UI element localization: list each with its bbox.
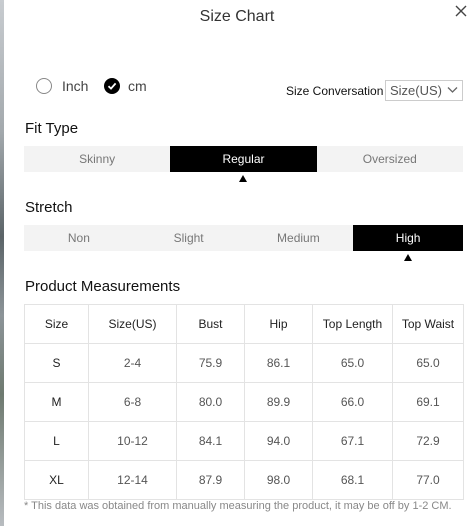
table-cell: 66.0 <box>312 382 393 422</box>
table-row: L 10-12 84.1 94.0 67.1 72.9 <box>24 421 464 461</box>
radio-inch[interactable] <box>36 78 52 94</box>
table-row: XL 12-14 87.9 98.0 68.1 77.0 <box>24 460 464 500</box>
table-cell: M <box>24 382 89 422</box>
stretch-option-slight[interactable]: Slight <box>134 225 244 251</box>
unit-label-cm[interactable]: cm <box>128 78 147 94</box>
table-cell: 75.9 <box>176 343 245 383</box>
table-cell: 65.0 <box>312 343 393 383</box>
column-header: Top Length <box>312 304 393 344</box>
stretch-title: Stretch <box>25 199 73 216</box>
column-header: Size(US) <box>88 304 177 344</box>
table-cell: 98.0 <box>244 460 313 500</box>
table-cell: 84.1 <box>176 421 245 461</box>
table-row: M 6-8 80.0 89.9 66.0 69.1 <box>24 382 464 422</box>
column-header: Hip <box>244 304 313 344</box>
fit-option-regular[interactable]: Regular <box>170 146 317 182</box>
fit-type-selector: Skinny Regular Oversized <box>24 146 463 182</box>
table-cell: 94.0 <box>244 421 313 461</box>
dialog-title: Size Chart <box>199 8 275 25</box>
table-cell: 80.0 <box>176 382 245 422</box>
stretch-selector: Non Slight Medium High <box>24 225 463 261</box>
table-cell: 89.9 <box>244 382 313 422</box>
table-cell: XL <box>24 460 89 500</box>
radio-cm[interactable] <box>104 78 120 94</box>
stretch-option-non[interactable]: Non <box>24 225 134 251</box>
measurements-table: Size Size(US) Bust Hip Top Length Top Wa… <box>24 304 464 500</box>
table-cell: L <box>24 421 89 461</box>
unit-label-inch[interactable]: Inch <box>62 78 88 94</box>
chevron-down-icon <box>447 87 458 93</box>
stretch-option-medium[interactable]: Medium <box>244 225 354 251</box>
table-cell: 12-14 <box>88 460 177 500</box>
stretch-option-high[interactable]: High <box>353 225 463 261</box>
fit-option-oversized[interactable]: Oversized <box>317 146 463 172</box>
table-cell: 68.1 <box>312 460 393 500</box>
measurement-footnote: * This data was obtained from manually m… <box>24 500 452 512</box>
column-header: Bust <box>176 304 245 344</box>
table-cell: 69.1 <box>392 382 464 422</box>
column-header: Top Waist <box>392 304 464 344</box>
table-cell: 72.9 <box>392 421 464 461</box>
table-cell: 67.1 <box>312 421 393 461</box>
table-cell: S <box>24 343 89 383</box>
table-cell: 10-12 <box>88 421 177 461</box>
fit-option-skinny[interactable]: Skinny <box>24 146 170 172</box>
check-icon <box>107 82 117 90</box>
table-cell: 65.0 <box>392 343 464 383</box>
table-cell: 6-8 <box>88 382 177 422</box>
background-page-edge <box>0 0 4 526</box>
size-conversion-select[interactable]: Size(US) <box>385 80 463 101</box>
size-conversion-value: Size(US) <box>390 83 443 98</box>
close-icon[interactable] <box>454 4 468 18</box>
column-header: Size <box>24 304 89 344</box>
table-row: S 2-4 75.9 86.1 65.0 65.0 <box>24 343 464 383</box>
table-header-row: Size Size(US) Bust Hip Top Length Top Wa… <box>24 304 464 344</box>
table-cell: 86.1 <box>244 343 313 383</box>
fit-type-title: Fit Type <box>25 120 79 137</box>
table-cell: 87.9 <box>176 460 245 500</box>
table-cell: 77.0 <box>392 460 464 500</box>
table-cell: 2-4 <box>88 343 177 383</box>
measurements-title: Product Measurements <box>25 278 181 295</box>
size-conversion-label: Size Conversation <box>286 84 384 98</box>
